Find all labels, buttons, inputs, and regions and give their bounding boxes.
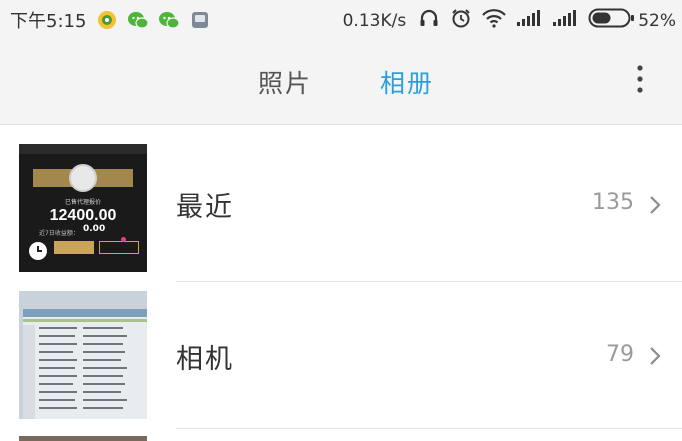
thumbnail-sub-label: 近7日收益额：	[39, 230, 79, 237]
gallery-screen: 下午5:15 0.13K/s 52% 照片 相册 已售代理报价 12400.00…	[0, 0, 682, 441]
tab-albums[interactable]: 相册	[380, 64, 434, 100]
avatar	[69, 164, 97, 192]
app-notification-icon	[96, 9, 118, 31]
album-count: 135	[592, 190, 634, 215]
album-item-recent[interactable]: 已售代理报价 12400.00 近7日收益额： 0.00 最近 135	[0, 143, 682, 293]
list-divider	[176, 428, 682, 429]
thumbnail-button-a	[54, 241, 94, 254]
more-vertical-icon[interactable]	[628, 62, 652, 96]
status-left: 下午5:15	[10, 7, 220, 33]
chevron-right-icon	[648, 345, 662, 367]
gallery-header: 照片 相册	[0, 38, 682, 125]
status-time: 下午5:15	[10, 11, 87, 32]
album-name: 相机	[176, 344, 234, 375]
album-name: 最近	[176, 192, 234, 223]
wifi-icon	[482, 8, 507, 33]
wechat-icon	[127, 9, 150, 31]
list-divider	[176, 281, 682, 282]
status-right: 0.13K/s 52%	[343, 7, 676, 34]
wechat-icon	[158, 9, 181, 31]
thumbnail-amount: 12400.00	[49, 207, 117, 224]
headset-icon	[418, 7, 440, 34]
battery-icon	[588, 7, 636, 34]
album-thumbnail	[19, 291, 147, 419]
tab-photos[interactable]: 照片	[258, 64, 312, 100]
thumbnail-dot	[121, 237, 126, 242]
album-item-camera[interactable]: 相机 79	[0, 291, 682, 441]
signal-icon	[552, 9, 578, 32]
album-thumbnail: 已售代理报价 12400.00 近7日收益额： 0.00	[19, 144, 147, 272]
clock-icon	[28, 241, 48, 261]
thumbnail-sub-value: 0.00	[83, 224, 106, 234]
alarm-icon	[450, 7, 472, 34]
thumbnail-topbar	[19, 144, 147, 154]
album-thumbnail-partial	[19, 436, 147, 441]
status-bar: 下午5:15 0.13K/s 52%	[0, 0, 682, 38]
album-count: 79	[606, 342, 634, 367]
message-icon	[189, 9, 211, 31]
net-speed: 0.13K/s	[342, 10, 407, 31]
battery-percent: 52%	[638, 10, 676, 31]
chevron-right-icon	[648, 194, 662, 216]
signal-icon	[516, 9, 542, 32]
thumbnail-button-b	[99, 241, 139, 254]
thumbnail-caption: 已售代理报价	[64, 199, 101, 206]
